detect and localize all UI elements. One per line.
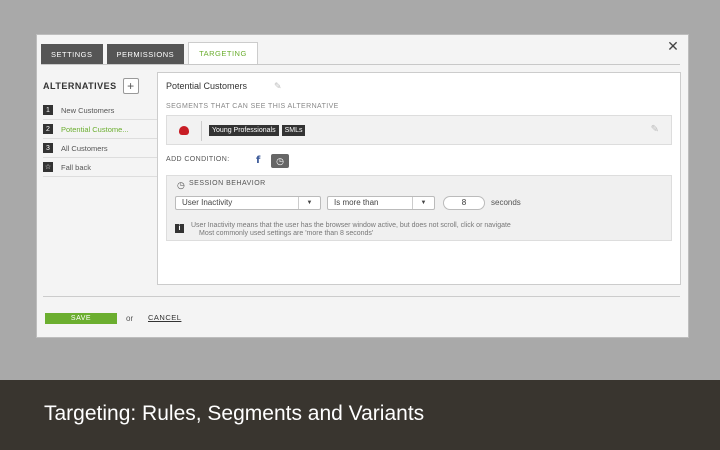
item-number: 2: [43, 124, 53, 134]
user-icon: [179, 126, 189, 135]
alternatives-sidebar: ALTERNATIVES + 1 New Customers 2 Potenti…: [43, 77, 157, 177]
info-text: User Inactivity means that the user has …: [191, 222, 511, 238]
seconds-input[interactable]: 8: [443, 196, 485, 210]
alternatives-list: 1 New Customers 2 Potential Custome... 3…: [43, 101, 157, 177]
alternatives-title: ALTERNATIVES: [43, 81, 117, 91]
facebook-icon[interactable]: f: [256, 155, 260, 166]
caption-title: Targeting: Rules, Segments and Variants: [44, 402, 425, 425]
triangle-down-icon: ▼: [298, 197, 320, 209]
clock-icon: ◷: [177, 180, 186, 190]
info-icon: i: [175, 224, 184, 233]
star-icon: ☆: [43, 162, 53, 172]
clock-icon[interactable]: ◷: [271, 154, 289, 168]
sidebar-item-label: Fall back: [61, 162, 92, 172]
caption-bar: Targeting: Rules, Segments and Variants: [0, 380, 720, 450]
footer-divider: [43, 296, 680, 297]
alternatives-header: ALTERNATIVES +: [43, 77, 157, 95]
tab-bar: SETTINGS PERMISSIONS TARGETING: [41, 42, 262, 64]
tab-settings[interactable]: SETTINGS: [41, 44, 103, 64]
item-number: 3: [43, 143, 53, 153]
info-line: User Inactivity means that the user has …: [191, 222, 511, 229]
sidebar-item-fall-back[interactable]: ☆ Fall back: [43, 158, 157, 177]
save-button[interactable]: SAVE: [45, 313, 117, 324]
operator-select[interactable]: Is more than ▼: [327, 196, 435, 210]
triangle-down-icon: ▼: [412, 197, 434, 209]
sidebar-item-potential-customers[interactable]: 2 Potential Custome...: [43, 120, 157, 139]
alternative-panel: Potential Customers ✎ SEGMENTS THAT CAN …: [157, 72, 681, 285]
sidebar-item-label: Potential Custome...: [61, 124, 129, 134]
segments-label: SEGMENTS THAT CAN SEE THIS ALTERNATIVE: [166, 103, 339, 110]
divider: [201, 121, 202, 141]
or-label: or: [126, 314, 134, 323]
tab-permissions[interactable]: PERMISSIONS: [106, 44, 185, 64]
operator-value: Is more than: [334, 198, 379, 207]
add-condition-label: ADD CONDITION:: [166, 156, 230, 163]
segment-chip[interactable]: Young Professionals: [209, 125, 279, 136]
tab-targeting[interactable]: TARGETING: [188, 42, 258, 64]
metric-value: User Inactivity: [182, 198, 233, 207]
sidebar-item-all-customers[interactable]: 3 All Customers: [43, 139, 157, 158]
unit-label: seconds: [491, 198, 521, 207]
tab-divider: [41, 64, 680, 65]
close-icon[interactable]: ✕: [666, 39, 680, 53]
pencil-icon[interactable]: ✎: [651, 124, 659, 135]
sidebar-item-new-customers[interactable]: 1 New Customers: [43, 101, 157, 120]
add-alternative-button[interactable]: +: [122, 78, 139, 94]
targeting-modal: SETTINGS PERMISSIONS TARGETING ✕ ALTERNA…: [36, 34, 689, 338]
session-behavior-title: SESSION BEHAVIOR: [189, 180, 266, 187]
session-behavior-condition: ◷ SESSION BEHAVIOR User Inactivity ▼ Is …: [166, 175, 672, 241]
item-number: 1: [43, 105, 53, 115]
pencil-icon[interactable]: ✎: [274, 81, 282, 92]
segment-chips: Young Professionals SMLs: [209, 125, 308, 136]
sidebar-item-label: New Customers: [61, 105, 115, 115]
info-line: Most commonly used settings are 'more th…: [199, 230, 374, 237]
sidebar-item-label: All Customers: [61, 143, 108, 153]
metric-select[interactable]: User Inactivity ▼: [175, 196, 321, 210]
session-behavior-header: ◷ SESSION BEHAVIOR: [177, 180, 266, 190]
alternative-name[interactable]: Potential Customers: [166, 81, 247, 91]
cancel-link[interactable]: CANCEL: [148, 313, 181, 322]
segment-chip[interactable]: SMLs: [281, 125, 306, 136]
segments-box[interactable]: Young Professionals SMLs ✎: [166, 115, 672, 145]
